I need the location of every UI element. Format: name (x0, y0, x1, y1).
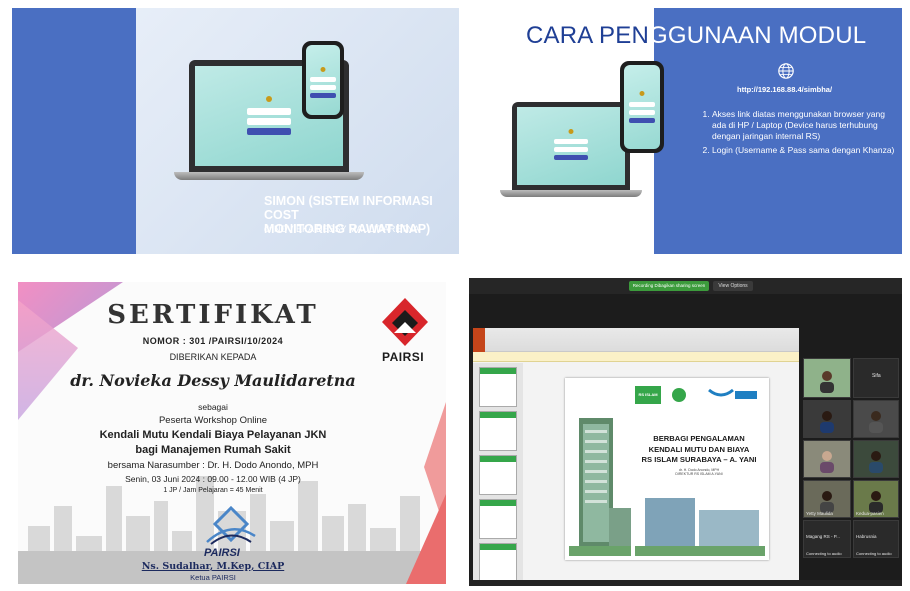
slide-presenter: dr. H. Dodo Anondo, MPH DIREKTUR RS ISLA… (675, 468, 723, 476)
as-label: sebagai (198, 402, 228, 412)
certificate: SERTIFIKAT NOMOR : 301 /PAIRSI/10/2024 D… (18, 282, 446, 584)
pairsi-logo: PAIRSI (380, 296, 436, 368)
current-slide: RS ISLAM BERBAGI PENGALAMAN KENDALI MUTU… (565, 378, 769, 560)
slide-thumbnails (473, 363, 523, 584)
participant-video-tile[interactable]: Magang RS - P... Connecting to audio (803, 520, 851, 558)
pairsi-emblem (206, 506, 256, 545)
zoom-meeting-window: Recording Dibagikan sharing screen View … (469, 278, 902, 586)
jp-note: 1 JP / Jam Pelajaran = 45 Menit (163, 487, 263, 494)
ppt-ribbon (473, 328, 799, 352)
step-item: Akses link diatas menggunakan browser ya… (712, 109, 896, 142)
pairsi-wordmark: PAIRSI (204, 547, 240, 559)
slide-thumbnail[interactable] (479, 499, 517, 539)
phone-mockup (302, 41, 344, 119)
module-url[interactable]: http://192.168.88.4/simbha/ (737, 85, 832, 94)
hospital-complex-image (635, 498, 765, 556)
slide-cara-penggunaan: CARA PENGGUNAAN MODUL http://192.168.88.… (474, 8, 902, 254)
slide-author: dr.NOVIEKA DESSY MAULIDARETNA (264, 224, 420, 234)
globe-icon (778, 63, 794, 79)
participant-video-tile[interactable] (803, 400, 851, 438)
meeting-bottom-bar (469, 580, 902, 586)
slide-heading: CARA PENGGUNAAN MODUL (526, 22, 867, 49)
partner-logos (672, 388, 757, 402)
date-line: Senin, 03 Juni 2024 : 09.00 - 12.00 WIB … (125, 474, 301, 484)
step-item: Login (Username & Pass sama dengan Khanz… (712, 145, 896, 156)
participant-video-tile[interactable]: Kedua-pasien (853, 480, 899, 518)
given-to-label: DIBERIKAN KEPADA (169, 352, 257, 362)
participant-video-tile[interactable] (803, 358, 851, 398)
signatory-title: Ketua PAIRSI (190, 573, 236, 582)
slide-blue-bar (12, 8, 136, 254)
workshop-title: Kendali Mutu Kendali Biaya Pelayanan JKN (99, 429, 327, 441)
participant-video-tile[interactable] (803, 440, 851, 478)
shared-screen-powerpoint: RS ISLAM BERBAGI PENGALAMAN KENDALI MUTU… (473, 328, 799, 584)
slide-thumbnail[interactable] (479, 367, 517, 407)
recipient-name: dr. Novieka Dessy Maulidaretna (70, 371, 356, 390)
usage-steps: Akses link diatas menggunakan browser ya… (700, 109, 896, 159)
slide-title: BERBAGI PENGALAMAN KENDALI MUTU DAN BIAY… (641, 434, 757, 464)
participant-video-tile[interactable] (853, 400, 899, 438)
view-options-button[interactable]: View Options (713, 281, 753, 291)
certificate-heading: SERTIFIKAT (107, 300, 319, 330)
phone-mockup (620, 61, 664, 153)
signatory-name: Ns. Sudalhar, M.Kep, CIAP (141, 561, 285, 572)
speaker-line: bersama Narasumber : Dr. H. Dodo Anondo,… (107, 460, 319, 471)
slide-simon: SIMON (SISTEM INFORMASI COST MONITORING … (12, 8, 459, 254)
slide-thumbnail[interactable] (479, 455, 517, 495)
recording-indicator[interactable]: Recording Dibagikan sharing screen (629, 281, 709, 291)
participant-video-tile[interactable]: Yetty Maulida (803, 480, 851, 518)
slide-thumbnail[interactable] (479, 543, 517, 583)
participant-video-tile[interactable] (853, 440, 899, 478)
slide-thumbnail[interactable] (479, 411, 517, 451)
participant-video-tile[interactable]: Habrusnia Connecting to audio (853, 520, 899, 558)
certificate-number: NOMOR : 301 /PAIRSI/10/2024 (142, 336, 284, 346)
participant-label: Peserta Workshop Online (158, 415, 268, 426)
hospital-building-image (569, 418, 631, 556)
rs-islam-badge: RS ISLAM (635, 386, 661, 404)
participant-video-tile[interactable]: Sifa (853, 358, 899, 398)
ppt-notification-bar (473, 352, 799, 362)
workshop-subtitle: bagi Manajemen Rumah Sakit (135, 444, 291, 456)
meeting-top-bar: Recording Dibagikan sharing screen View … (469, 278, 902, 294)
